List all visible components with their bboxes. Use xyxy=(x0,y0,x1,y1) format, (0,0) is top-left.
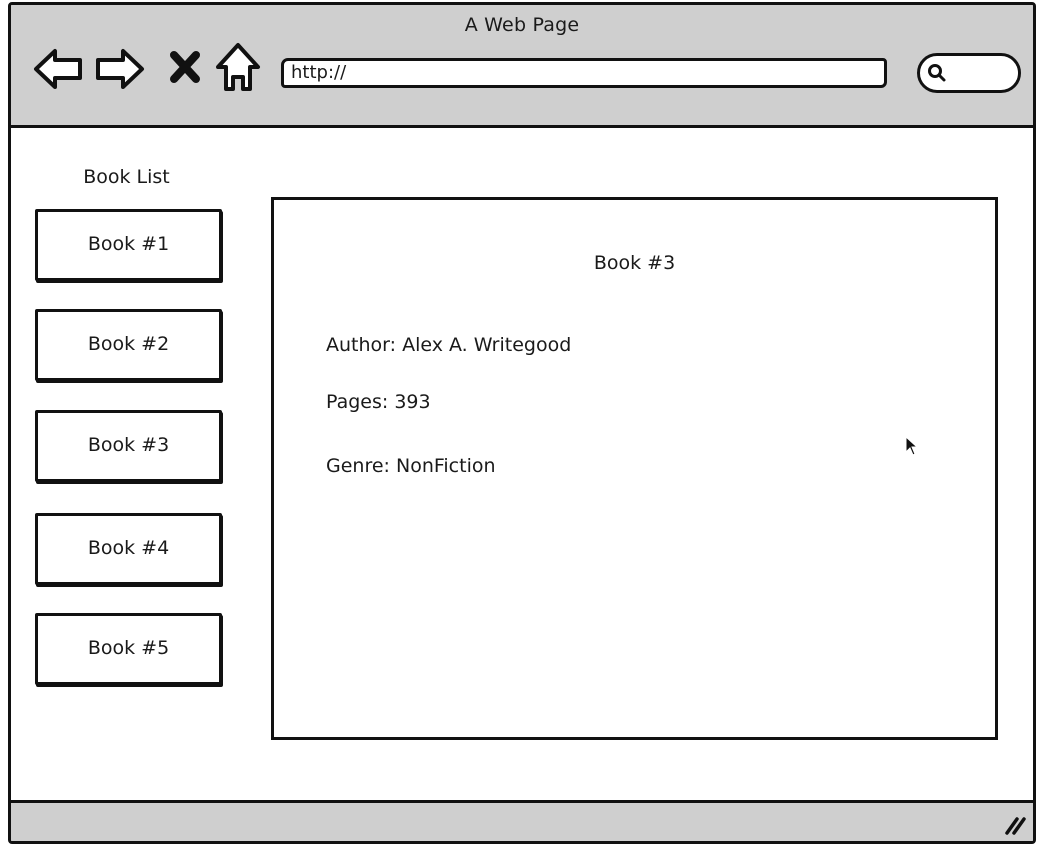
book-pages: Pages: 393 xyxy=(326,391,431,413)
mouse-pointer-icon xyxy=(905,436,919,456)
back-button[interactable] xyxy=(33,43,85,95)
home-icon xyxy=(216,43,260,91)
book-button-5[interactable]: Book #5 xyxy=(35,613,222,685)
status-bar xyxy=(11,800,1033,841)
book-button-4[interactable]: Book #4 xyxy=(35,513,222,585)
book-button-3[interactable]: Book #3 xyxy=(35,410,222,482)
search-input[interactable] xyxy=(917,53,1021,93)
book-detail-title: Book #3 xyxy=(593,252,676,274)
book-detail-panel: Book #3 Author: Alex A. Writegood Pages:… xyxy=(271,197,998,740)
arrow-right-icon xyxy=(96,49,144,89)
home-button[interactable] xyxy=(213,41,263,95)
browser-toolbar: A Web Page http:// xyxy=(11,5,1033,128)
book-genre: Genre: NonFiction xyxy=(326,455,496,477)
book-button-1[interactable]: Book #1 xyxy=(35,209,222,281)
stop-button[interactable] xyxy=(163,45,207,89)
resize-grip-icon[interactable] xyxy=(1001,811,1027,837)
page-content: Book List Book #1 Book #2 Book #3 Book #… xyxy=(11,128,1033,803)
book-author: Author: Alex A. Writegood xyxy=(326,334,572,356)
window-title: A Web Page xyxy=(464,14,580,36)
search-icon xyxy=(928,64,946,82)
arrow-left-icon xyxy=(34,49,82,89)
sidebar-title: Book List xyxy=(83,166,170,188)
book-button-2[interactable]: Book #2 xyxy=(35,309,222,381)
browser-window: A Web Page http:// Book List Book #1 Boo… xyxy=(8,2,1036,844)
forward-button[interactable] xyxy=(93,43,145,95)
close-icon xyxy=(170,51,200,83)
url-bar[interactable]: http:// xyxy=(281,58,887,88)
